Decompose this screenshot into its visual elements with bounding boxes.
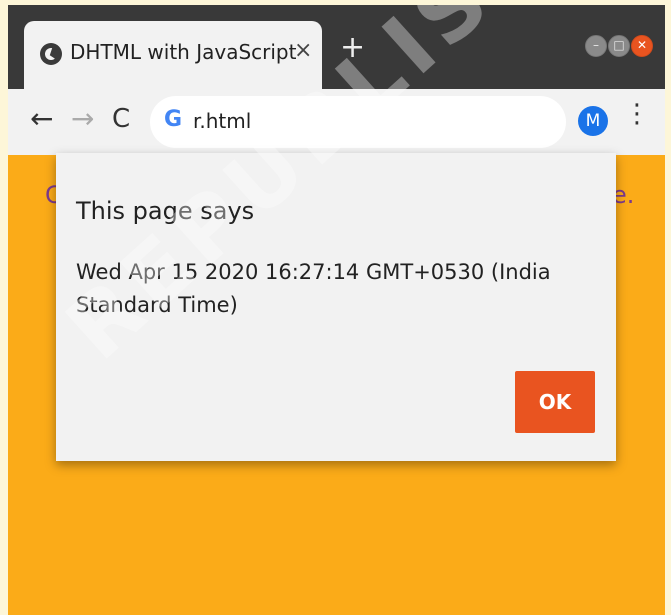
browser-tab[interactable]: DHTML with JavaScript × [24,21,322,91]
dialog-title: This page says [76,197,255,225]
tab-close-icon[interactable]: × [294,38,312,63]
alert-dialog: This page says Wed Apr 15 2020 16:27:14 … [56,153,616,461]
dialog-message: Wed Apr 15 2020 16:27:14 GMT+0530 (India… [76,260,551,317]
tab-title: DHTML with JavaScript [70,40,297,64]
address-bar[interactable]: G r.html [150,96,566,148]
back-arrow-icon[interactable]: ← [30,105,53,133]
browser-toolbar: ← → C G r.html M ⋮ [8,89,665,155]
new-tab-button[interactable]: + [340,33,365,63]
browser-window: DHTML with JavaScript × + ← → C G r.html… [8,5,665,615]
reload-icon[interactable]: C [112,105,130,133]
maximize-button[interactable] [608,35,630,57]
url-text[interactable]: r.html [193,109,251,133]
forward-arrow-icon[interactable]: → [71,105,94,133]
google-icon: G [164,107,183,132]
page-margin [0,0,8,615]
ok-button[interactable]: OK [515,371,595,433]
globe-icon [40,43,62,65]
close-window-button[interactable] [631,35,653,57]
minimize-button[interactable] [585,35,607,57]
profile-avatar[interactable]: M [578,106,608,136]
title-bar: DHTML with JavaScript × + [8,5,665,91]
menu-dots-icon[interactable]: ⋮ [624,101,650,127]
